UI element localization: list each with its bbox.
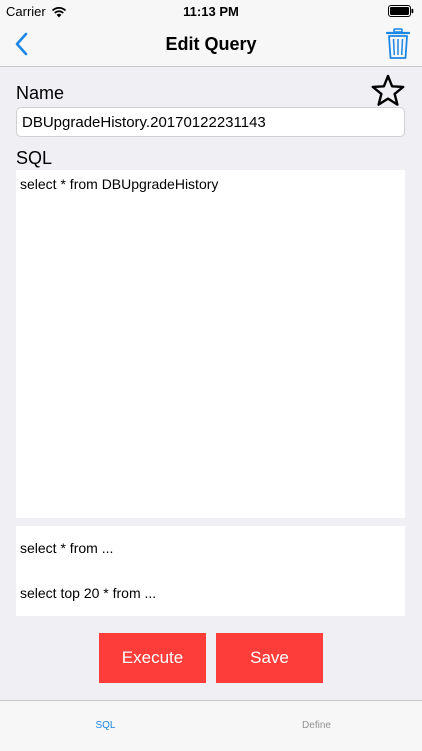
nav-bar: Edit Query <box>0 22 422 67</box>
tab-define[interactable]: Define <box>211 701 422 751</box>
trash-icon <box>385 28 411 59</box>
save-button[interactable]: Save <box>216 633 323 683</box>
delete-button[interactable] <box>385 28 411 60</box>
page-title: Edit Query <box>165 34 257 54</box>
snippet-item-select-top-20[interactable]: select top 20 * from ... <box>16 571 405 616</box>
name-input[interactable] <box>16 107 405 137</box>
tab-bar: SQL Define <box>0 700 422 751</box>
execute-button[interactable]: Execute <box>99 633 206 683</box>
snippet-item-select-all[interactable]: select * from ... <box>16 526 405 571</box>
sql-label: SQL <box>16 148 53 168</box>
status-bar: Carrier 11:13 PM <box>0 0 422 22</box>
status-time: 11:13 PM <box>183 4 239 19</box>
sql-editor[interactable]: select * from DBUpgradeHistory <box>16 170 405 518</box>
star-outline-icon <box>371 74 405 106</box>
snippet-list: select * from ... select top 20 * from .… <box>16 526 405 616</box>
tab-sql[interactable]: SQL <box>0 701 211 751</box>
battery-icon <box>388 5 414 20</box>
name-label: Name <box>16 83 65 103</box>
favorite-button[interactable] <box>370 73 406 109</box>
